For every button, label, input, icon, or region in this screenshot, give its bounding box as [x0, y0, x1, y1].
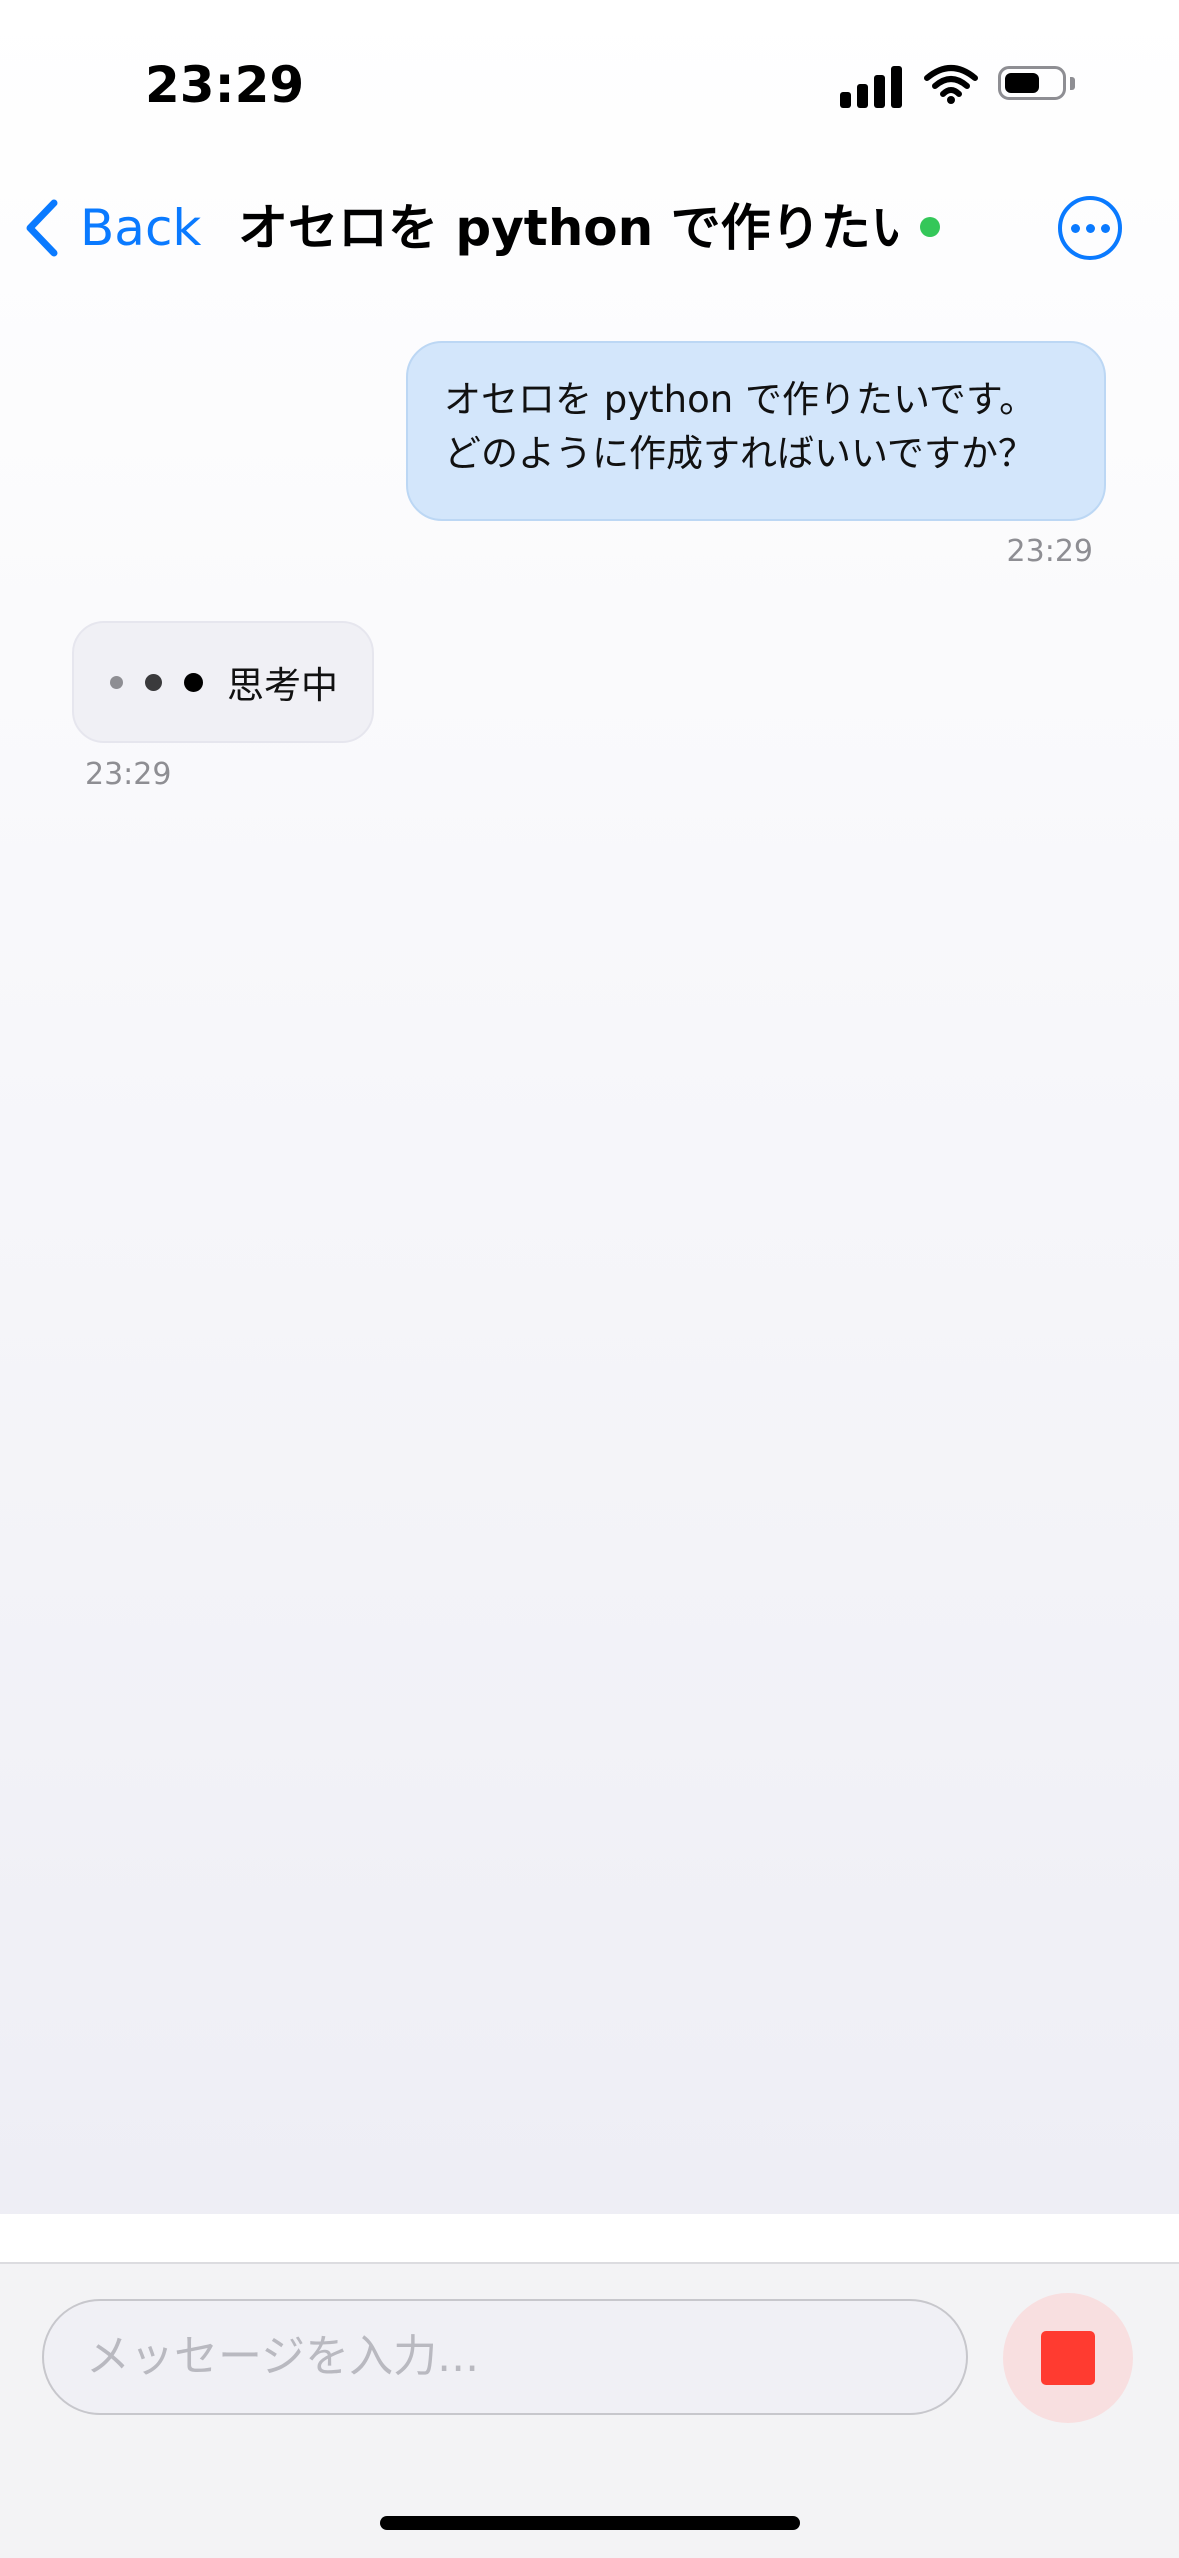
online-status-indicator: [920, 217, 940, 237]
user-message-bubble[interactable]: オセロを python で作りたいです。 どのように作成すればいいですか？: [406, 341, 1106, 521]
cellular-signal-icon: [840, 62, 904, 108]
message-input[interactable]: メッセージを入力...: [42, 2299, 968, 2415]
chat-background: [0, 0, 1179, 2214]
home-indicator[interactable]: [380, 2516, 800, 2530]
back-label: Back: [80, 199, 202, 257]
page-title: オセロを python で作りたいで: [238, 199, 898, 257]
typing-dot: [110, 675, 123, 689]
stop-generation-button[interactable]: [1003, 2293, 1133, 2423]
wifi-icon: [924, 65, 978, 104]
ellipsis-circle-icon: [1070, 223, 1080, 233]
back-button[interactable]: Back: [24, 196, 201, 260]
stop-icon: [1041, 2331, 1095, 2385]
status-time: 23:29: [145, 56, 305, 114]
chevron-left-icon: [26, 199, 58, 257]
thinking-status-label: 思考中: [227, 664, 338, 707]
typing-dot: [184, 672, 203, 692]
message-line: どのように作成すればいいですか？: [444, 432, 1035, 475]
ellipsis-dot: [1085, 223, 1095, 233]
assistant-thinking-bubble: 思考中: [72, 621, 374, 743]
more-options-button[interactable]: [1058, 196, 1122, 260]
message-line: オセロを python で作りたいです。: [444, 378, 1037, 421]
message-timestamp: 23:29: [1006, 534, 1093, 569]
typing-dot: [145, 673, 162, 691]
ellipsis-dot: [1100, 223, 1110, 233]
battery-icon: [998, 66, 1066, 100]
battery-cap: [1070, 77, 1075, 90]
message-composer: メッセージを入力...: [0, 2262, 1179, 2558]
message-timestamp: 23:29: [85, 757, 172, 792]
battery-level: [1005, 73, 1039, 93]
